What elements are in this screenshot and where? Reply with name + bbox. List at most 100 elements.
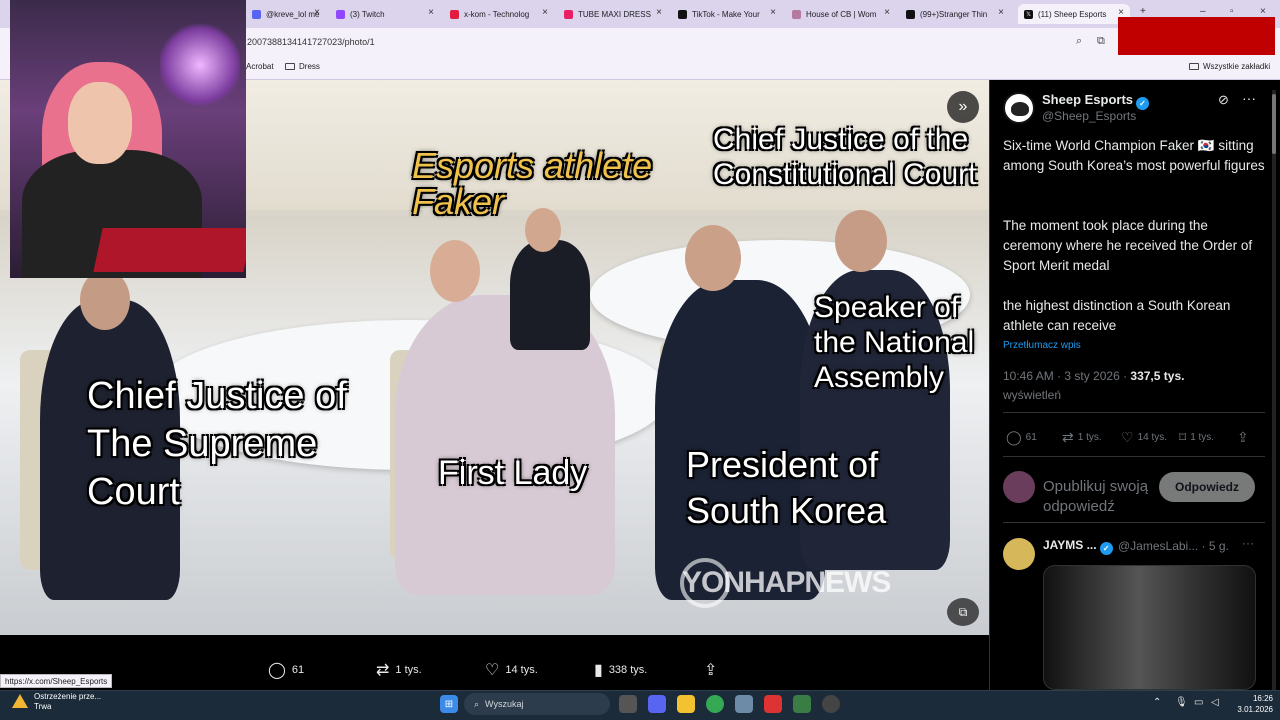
comment-handle[interactable]: @JamesLabi... · 5 g. <box>1118 539 1229 553</box>
close-window-icon[interactable]: × <box>1260 6 1266 17</box>
comment-avatar[interactable] <box>1003 538 1035 570</box>
reply-icon: ◯ <box>1006 429 1022 445</box>
minimize-icon[interactable]: – <box>1200 6 1206 17</box>
reply-icon: ◯ <box>268 662 286 679</box>
bookmark-acrobat[interactable]: Acrobat <box>246 62 274 71</box>
more-options-icon[interactable]: ··· <box>1242 90 1256 106</box>
bookmark-dress[interactable]: Dress <box>285 62 320 71</box>
grok-icon[interactable]: ⊘ <box>1218 92 1229 108</box>
like-stat[interactable]: ♡ 14 tys. <box>1121 429 1167 446</box>
panel-scrollbar[interactable] <box>1272 90 1276 690</box>
cam-face <box>68 82 132 164</box>
app-icon[interactable] <box>793 695 811 713</box>
divider <box>1003 456 1265 457</box>
author-avatar[interactable] <box>1003 92 1035 124</box>
watermark-yonhap: YONHAPNEWS <box>682 566 891 599</box>
reply-input[interactable]: Opublikuj swoją odpowiedź <box>1043 477 1153 517</box>
reply-count: 61 <box>291 664 305 676</box>
folder-icon <box>285 63 295 70</box>
tab-kreve[interactable]: @kreve_lol me × <box>246 4 326 24</box>
close-icon[interactable]: × <box>770 7 776 18</box>
close-icon[interactable]: × <box>428 7 434 18</box>
chevron-up-icon[interactable]: ⌃ <box>1153 697 1161 708</box>
tab-twitch[interactable]: (3) Twitch × <box>330 4 440 24</box>
tab-label: (3) Twitch <box>350 9 385 19</box>
post-text-paragraph: The moment took place during the ceremon… <box>1003 218 1253 273</box>
bookmark-stat[interactable]: ⌑ 1 tys. <box>1179 429 1214 446</box>
divider <box>1003 522 1265 523</box>
tab-stranger-things[interactable]: (99+)Stranger Thin × <box>900 4 1010 24</box>
shop-icon <box>564 9 573 19</box>
repost-action[interactable]: ⇄ 1 tys. <box>376 660 422 680</box>
translate-post-link[interactable]: Przetłumacz wpis <box>1003 340 1081 351</box>
photo-action-bar: ◯ 61 ⇄ 1 tys. ♡ 14 tys. ▮ 338 tys. ⇪ <box>0 635 989 690</box>
task-view-icon[interactable] <box>619 695 637 713</box>
notification-sub: Trwa <box>34 702 52 711</box>
tab-tube-dress[interactable]: TUBE MAXI DRESS × <box>558 4 668 24</box>
comment-image[interactable] <box>1043 565 1256 690</box>
bookmark-label: Dress <box>299 62 320 71</box>
x-icon: 𝕏 <box>1024 9 1033 19</box>
obs-icon[interactable] <box>822 695 840 713</box>
like-count: 14 tys. <box>1137 432 1168 443</box>
bookmark-label: Wszystkie zakładki <box>1203 62 1271 71</box>
close-icon[interactable]: × <box>656 7 662 18</box>
close-icon[interactable]: × <box>314 7 320 18</box>
repost-stat[interactable]: ⇄ 1 tys. <box>1062 429 1102 446</box>
maximize-icon[interactable]: ▫ <box>1230 6 1234 17</box>
heart-icon: ♡ <box>485 662 500 679</box>
more-options-icon[interactable]: ··· <box>1242 536 1254 550</box>
volume-icon[interactable]: ◁ <box>1211 697 1219 708</box>
author-name[interactable]: Sheep Esports ✓ <box>1042 92 1150 110</box>
caption-speaker: Speaker of the National Assembly <box>814 291 975 394</box>
tab-tiktok[interactable]: TikTok - Make Your × <box>672 4 782 24</box>
new-tab-icon[interactable]: + <box>1140 6 1146 17</box>
microphone-icon[interactable]: 🎙 <box>1175 697 1188 708</box>
file-explorer-icon[interactable] <box>677 695 695 713</box>
chrome-icon[interactable] <box>706 695 724 713</box>
current-user-avatar <box>1003 471 1035 503</box>
taskbar-notification[interactable]: Ostrzeżenie prze... Trwa <box>34 692 101 712</box>
taskbar-search[interactable]: ⌕ Wyszukaj <box>464 693 610 715</box>
share-icon: ⇪ <box>704 662 718 679</box>
start-icon[interactable]: ⊞ <box>440 695 458 713</box>
app-icon[interactable] <box>735 695 753 713</box>
share-stat[interactable]: ⇪ <box>1237 429 1249 446</box>
all-bookmarks[interactable]: Wszystkie zakładki <box>1189 62 1270 71</box>
reply-button[interactable]: Odpowiedz <box>1159 472 1255 502</box>
bookmark-count: 1 tys. <box>1190 432 1215 443</box>
windows-taskbar <box>0 690 1280 720</box>
shop-icon <box>792 9 801 19</box>
close-icon[interactable]: × <box>542 7 548 18</box>
app-icon[interactable] <box>764 695 782 713</box>
comment-author[interactable]: JAYMS ... ✓ <box>1043 538 1113 555</box>
cam-lights <box>160 20 240 110</box>
reply-action[interactable]: ◯ 61 <box>268 660 304 680</box>
expand-icon: ⧉ <box>958 604 968 619</box>
zoom-icon[interactable]: ⌕ <box>1076 35 1082 48</box>
close-icon[interactable]: × <box>998 7 1004 18</box>
author-handle[interactable]: @Sheep_Esports <box>1042 109 1136 123</box>
views-action[interactable]: ▮ 338 tys. <box>594 660 647 680</box>
reply-stat[interactable]: ◯ 61 <box>1006 429 1037 446</box>
taskbar-clock[interactable]: 16:26 3.01.2026 <box>1228 693 1273 715</box>
expand-panel-button[interactable]: ⧉ <box>947 598 979 626</box>
tab-sheep-esports[interactable]: 𝕏 (11) Sheep Esports × <box>1018 4 1130 24</box>
view-count: 338 tys. <box>608 664 648 676</box>
repost-icon: ⇄ <box>1062 429 1074 445</box>
close-icon[interactable]: × <box>884 7 890 18</box>
url-field[interactable]: 2007388134141727023/photo/1 <box>247 37 375 47</box>
person-head <box>685 225 741 291</box>
next-photo-button[interactable]: » <box>947 91 979 123</box>
network-icon[interactable]: ▭ <box>1194 697 1203 708</box>
tab-label: House of CB | Wom <box>806 9 877 19</box>
install-app-icon[interactable]: ⧉ <box>1097 35 1105 48</box>
caption-first-lady: First Lady <box>438 454 588 492</box>
share-action[interactable]: ⇪ <box>704 660 717 680</box>
tab-house-of-cb[interactable]: House of CB | Wom × <box>786 4 896 24</box>
discord-icon[interactable] <box>648 695 666 713</box>
tab-xkom[interactable]: x-kom - Technolog × <box>444 4 554 24</box>
tab-label: (11) Sheep Esports <box>1038 9 1107 19</box>
clock-time: 16:26 <box>1252 694 1273 703</box>
like-action[interactable]: ♡ 14 tys. <box>485 660 538 680</box>
